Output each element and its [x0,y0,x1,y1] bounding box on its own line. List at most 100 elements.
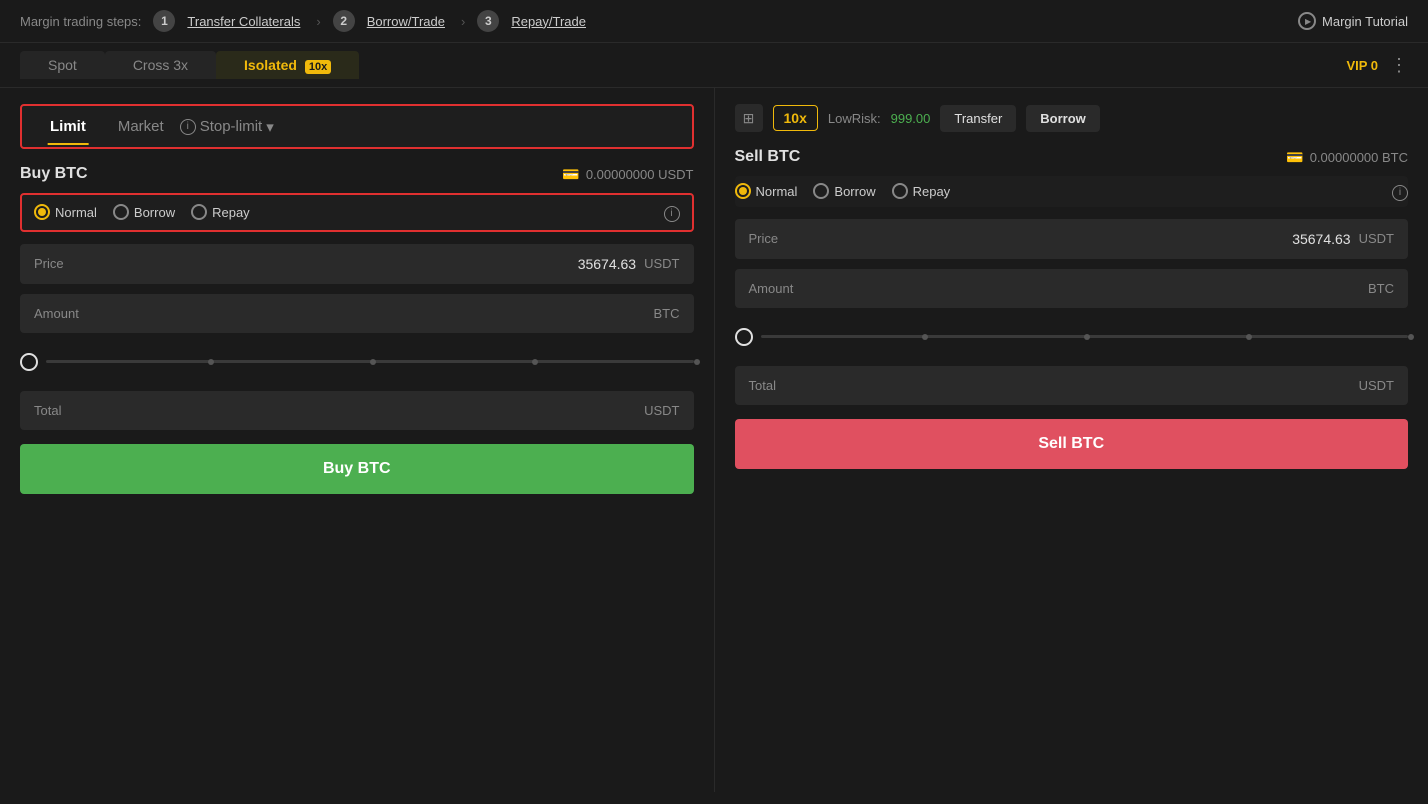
order-type-row: Limit Market i Stop-limit ▾ [20,104,694,149]
sell-repay-label: Repay [913,184,951,199]
sell-balance-value: 0.00000000 BTC [1310,150,1408,165]
sell-total-label: Total [749,378,776,393]
buy-repay-label: Repay [212,205,250,220]
buy-total-field[interactable]: Total USDT [20,391,694,430]
sell-btc-button[interactable]: Sell BTC [735,419,1409,469]
buy-side-label: Buy BTC [20,165,88,183]
sell-amount-right: BTC [1360,281,1394,296]
sell-price-field[interactable]: Price 35674.63 USDT [735,219,1409,259]
step2-num: 2 [333,10,355,32]
lowrisk-label: LowRisk: [828,111,881,126]
calculator-btn[interactable]: ⊞ [735,104,763,132]
leverage-button[interactable]: 10x [773,105,818,131]
sell-slider-track [761,335,1409,338]
sell-radio-info[interactable]: i [1392,182,1408,201]
step1-link[interactable]: Transfer Collaterals [187,14,300,29]
sell-price-label: Price [749,231,779,246]
buy-price-value: 35674.63 [578,256,636,272]
sell-normal-circle [735,183,751,199]
right-top-controls: ⊞ 10x LowRisk: 999.00 Transfer Borrow [735,104,1409,132]
buy-amount-label: Amount [34,306,79,321]
lowrisk-value: 999.00 [891,111,931,126]
order-type-market[interactable]: Market [102,114,180,139]
sell-radio-borrow[interactable]: Borrow [813,183,875,199]
sell-info-circle: i [1392,185,1408,201]
buy-slider-tick-4 [694,359,700,365]
buy-slider-tick-2 [370,359,376,365]
tutorial-label: Margin Tutorial [1322,14,1408,29]
tab-row: Spot Cross 3x Isolated 10x VIP 0 ⋮ [0,43,1428,88]
sell-wallet-balance: 💳 0.00000000 BTC [1286,149,1408,166]
borrow-button[interactable]: Borrow [1026,105,1100,132]
buy-borrow-circle [113,204,129,220]
buy-borrow-label: Borrow [134,205,175,220]
sell-slider-tick-2 [1084,334,1090,340]
step1-num: 1 [153,10,175,32]
buy-amount-right: BTC [646,306,680,321]
buy-price-right: 35674.63 USDT [578,256,680,272]
sell-price-value: 35674.63 [1292,231,1350,247]
sell-amount-label: Amount [749,281,794,296]
main-content: Limit Market i Stop-limit ▾ Buy BTC 💳 0.… [0,88,1428,792]
tab-spot[interactable]: Spot [20,51,105,79]
buy-total-unit: USDT [644,403,679,418]
buy-amount-unit: BTC [654,306,680,321]
sell-borrow-label: Borrow [834,184,875,199]
buy-normal-circle [34,204,50,220]
sell-amount-field[interactable]: Amount BTC [735,269,1409,308]
step3-num: 3 [477,10,499,32]
sell-panel: ⊞ 10x LowRisk: 999.00 Transfer Borrow Se… [715,88,1428,792]
step-arrow-2: › [461,14,465,29]
sell-borrow-circle [813,183,829,199]
transfer-button[interactable]: Transfer [940,105,1016,132]
sell-price-right: 35674.63 USDT [1292,231,1394,247]
buy-wallet-row: Buy BTC 💳 0.00000000 USDT [20,165,694,183]
buy-radio-info[interactable]: i [664,203,680,222]
tab-isolated[interactable]: Isolated 10x [216,51,359,79]
step3-link[interactable]: Repay/Trade [511,14,586,29]
buy-price-field[interactable]: Price 35674.63 USDT [20,244,694,284]
sell-slider-tick-1 [922,334,928,340]
buy-slider-track [46,360,694,363]
vip-badge: VIP 0 [1346,58,1378,73]
buy-slider-handle[interactable] [20,353,38,371]
sell-slider-handle[interactable] [735,328,753,346]
step2-link[interactable]: Borrow/Trade [367,14,445,29]
buy-repay-circle [191,204,207,220]
sell-slider-tick-3 [1246,334,1252,340]
sell-total-field[interactable]: Total USDT [735,366,1409,405]
tab-right-actions: VIP 0 ⋮ [1346,55,1408,76]
buy-total-label: Total [34,403,61,418]
isolated-leverage-badge: 10x [305,60,331,74]
sell-price-unit: USDT [1359,231,1394,246]
top-bar: Margin trading steps: 1 Transfer Collate… [0,0,1428,43]
buy-price-unit: USDT [644,256,679,271]
sell-side-label: Sell BTC [735,148,801,166]
margin-tutorial-btn[interactable]: Margin Tutorial [1298,12,1408,30]
buy-slider-tick-3 [532,359,538,365]
sell-radio-normal[interactable]: Normal [735,183,798,199]
buy-slider-tick-1 [208,359,214,365]
step-arrow-1: › [316,14,320,29]
more-options-btn[interactable]: ⋮ [1390,55,1408,76]
stoplimit-info-icon: i [180,119,196,135]
order-type-stoplimit[interactable]: i Stop-limit ▾ [180,118,274,136]
buy-price-label: Price [34,256,64,271]
sell-slider-row[interactable] [735,318,1409,356]
buy-radio-borrow[interactable]: Borrow [113,204,175,220]
trading-tabs: Spot Cross 3x Isolated 10x [20,51,359,79]
steps-label: Margin trading steps: [20,14,141,29]
wallet-icon-buy: 💳 [562,166,579,183]
buy-radio-normal[interactable]: Normal [34,204,97,220]
sell-amount-unit: BTC [1368,281,1394,296]
sell-wallet-row: Sell BTC 💳 0.00000000 BTC [735,148,1409,166]
buy-btc-button[interactable]: Buy BTC [20,444,694,494]
sell-total-unit: USDT [1359,378,1394,393]
order-type-limit[interactable]: Limit [34,114,102,139]
tab-cross[interactable]: Cross 3x [105,51,216,79]
buy-amount-field[interactable]: Amount BTC [20,294,694,333]
buy-radio-row: Normal Borrow Repay i [20,193,694,232]
sell-radio-repay[interactable]: Repay [892,183,951,199]
buy-slider-row[interactable] [20,343,694,381]
buy-radio-repay[interactable]: Repay [191,204,250,220]
